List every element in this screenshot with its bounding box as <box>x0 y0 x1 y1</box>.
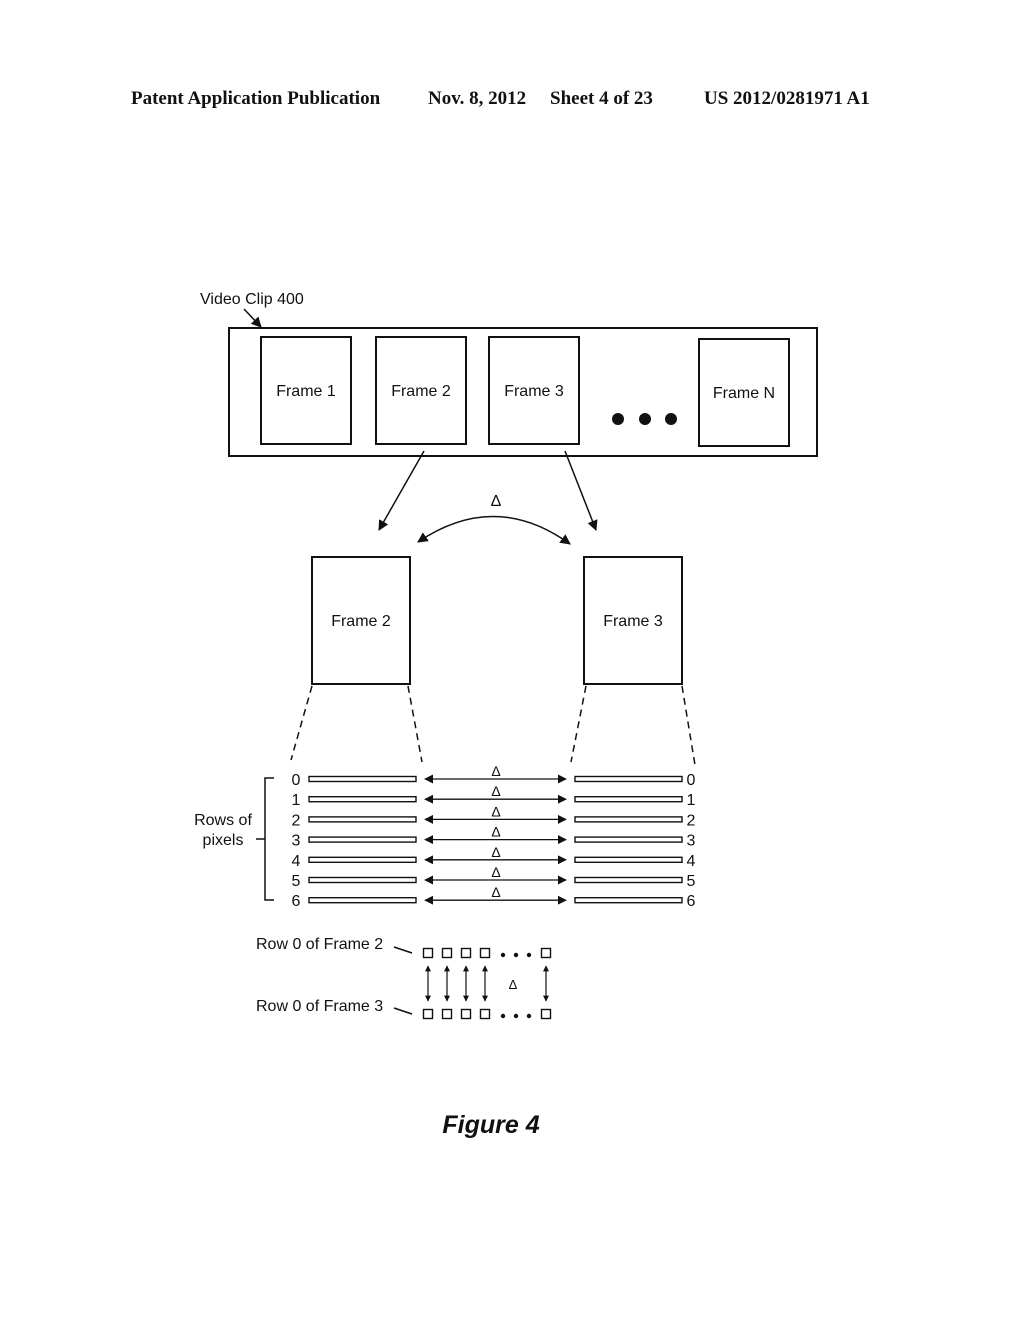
frame2-pixel-row-bar <box>308 836 417 843</box>
frame2-pixel-row-bar <box>308 775 417 783</box>
row-delta-symbol: Δ <box>491 824 500 840</box>
row-index-left: 6 <box>292 893 301 910</box>
row-delta-symbol: Δ <box>491 803 500 819</box>
row-index-left: 5 <box>292 873 301 890</box>
clip-frame-n-label: Frame N <box>713 385 775 402</box>
frame3-pixel-row-bar <box>574 775 683 783</box>
pixel-ellipsis-dot <box>526 1013 532 1019</box>
pixel-row-bottom-leader <box>393 1007 413 1015</box>
frame2-pixel-row-bar <box>308 876 417 884</box>
enlarged-frame-3: Frame 3 <box>583 556 683 685</box>
row-index-right: 5 <box>687 873 696 890</box>
frame2-pixel <box>460 947 472 959</box>
projection-lines <box>290 685 696 766</box>
rows-label-line2: pixels <box>203 832 244 849</box>
frame2-pixel-row-bar <box>308 796 417 803</box>
clip-pointer-arrow <box>243 308 262 328</box>
pixel-ellipsis-dot <box>513 1013 519 1019</box>
frame3-pixel-row-bar <box>574 796 683 803</box>
rows-bracket <box>256 777 274 901</box>
pixel-ellipsis-dot <box>526 952 532 958</box>
row-index-right: 0 <box>687 772 696 789</box>
frame-delta-arrow <box>417 515 571 545</box>
frame3-pixel <box>422 1008 434 1020</box>
clip-frame-2: Frame 2 <box>375 336 467 445</box>
frame3-extract-arrow <box>564 450 598 531</box>
pixel-ellipsis-dot <box>500 952 506 958</box>
row-index-left: 3 <box>292 833 301 850</box>
row-index-left: 0 <box>292 772 301 789</box>
row-index-right: 6 <box>687 893 696 910</box>
clip-frame-n: Frame N <box>698 338 790 447</box>
pixel-row-top-label: Row 0 of Frame 2 <box>256 936 383 953</box>
clip-frame-1-label: Frame 1 <box>276 383 336 400</box>
row-index-right: 3 <box>687 833 696 850</box>
pixel-row-bottom-label: Row 0 of Frame 3 <box>256 998 383 1015</box>
row-delta-symbol: Δ <box>491 864 500 880</box>
row-index-right: 2 <box>687 812 696 829</box>
frame2-pixel <box>479 947 491 959</box>
clip-frame-2-label: Frame 2 <box>391 383 451 400</box>
pixel-ellipsis-dot <box>500 1013 506 1019</box>
frame2-pixel <box>422 947 434 959</box>
row-index-left: 4 <box>292 853 301 870</box>
frame3-pixel <box>479 1008 491 1020</box>
rows-label-line1: Rows of <box>194 812 252 829</box>
pixel-comparison <box>422 947 552 1020</box>
pixel-ellipsis-dot <box>513 952 519 958</box>
pixel-row: 6 Δ 6 <box>292 884 696 910</box>
row-delta-symbol: Δ <box>491 884 500 900</box>
row-delta-symbol: Δ <box>491 844 500 860</box>
frame3-pixel <box>540 1008 552 1020</box>
frame2-extract-arrow <box>378 450 425 531</box>
pixel-delta-symbol: Δ <box>509 977 518 992</box>
clip-frame-3: Frame 3 <box>488 336 580 445</box>
clip-frame-3-label: Frame 3 <box>504 383 564 400</box>
frame2-pixel <box>441 947 453 959</box>
figure-diagram: Video Clip 400 Frame 1 Frame 2 Frame 3 F… <box>194 291 818 1139</box>
frame3-pixel <box>441 1008 453 1020</box>
clip-ellipsis <box>612 413 677 425</box>
frame3-pixel-row-bar <box>574 816 683 823</box>
row-index-right: 4 <box>687 853 696 870</box>
pixel-row-top-leader <box>393 946 413 954</box>
enlarged-frame-2: Frame 2 <box>311 556 411 685</box>
clip-frame-1: Frame 1 <box>260 336 352 445</box>
frame2-pixel-row-bar <box>308 856 417 863</box>
frame2-pixel <box>540 947 552 959</box>
figure-caption: Figure 4 <box>442 1111 539 1139</box>
row-delta-symbol: Δ <box>491 763 500 779</box>
pixel-rows: 0 Δ 0 1 Δ 1 2 Δ 2 3 Δ 3 4 Δ 4 5 Δ 5 6 Δ 6 <box>292 763 696 910</box>
frame2-pixel-row-bar <box>308 897 417 904</box>
row-index-left: 2 <box>292 812 301 829</box>
row-delta-symbol: Δ <box>491 783 500 799</box>
frame3-pixel-row-bar <box>574 876 683 884</box>
video-clip-label: Video Clip 400 <box>200 291 304 308</box>
frame3-pixel-row-bar <box>574 897 683 904</box>
frame-delta-symbol: Δ <box>491 493 502 510</box>
enlarged-frame-3-label: Frame 3 <box>603 613 663 630</box>
frame3-pixel <box>460 1008 472 1020</box>
frame2-pixel-row-bar <box>308 816 417 823</box>
frame3-pixel-row-bar <box>574 836 683 843</box>
enlarged-frame-2-label: Frame 2 <box>331 613 391 630</box>
frame3-pixel-row-bar <box>574 856 683 863</box>
row-index-right: 1 <box>687 792 696 809</box>
row-index-left: 1 <box>292 792 301 809</box>
